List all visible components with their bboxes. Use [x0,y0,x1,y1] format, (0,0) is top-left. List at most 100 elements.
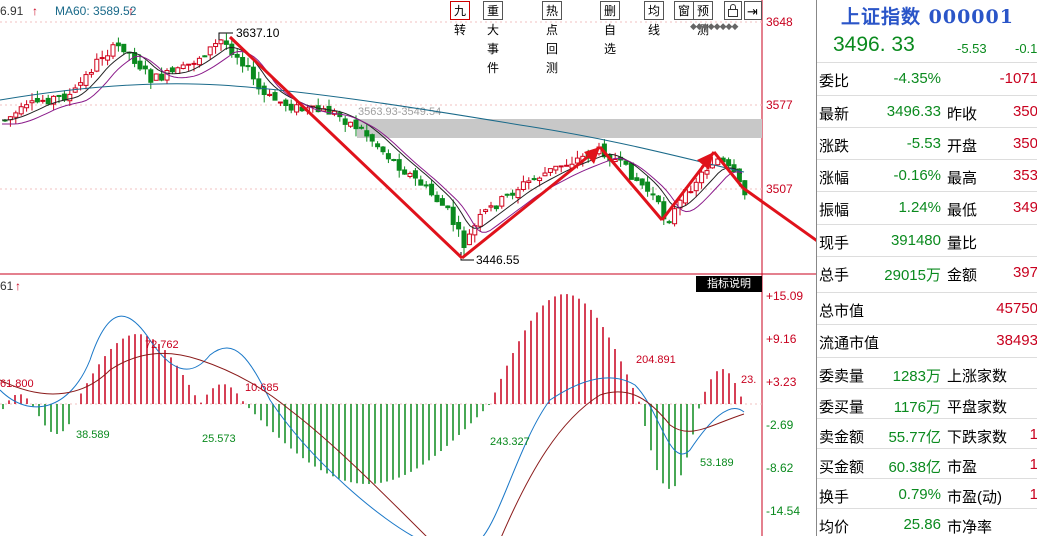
quote-value: 55.77亿 [888,429,941,446]
macd-value-label: 243.327 [490,436,530,448]
candle-body [169,67,175,73]
hotspot-backtest-button[interactable]: 热点回测 [542,1,563,75]
candle-body [412,170,418,179]
ma-left-value: 6.91 [0,4,24,18]
ma-lines-button[interactable]: 均线 [644,1,665,37]
indicator-help-badge[interactable]: 指标说明 [696,276,762,292]
quote-value: 45750 [996,300,1037,317]
candle-body [213,43,219,48]
exit-icon: ⇥ [747,4,758,19]
major-events-button[interactable]: 重大事件 [483,1,504,75]
lock-button[interactable] [724,1,742,20]
candle-body [693,181,699,192]
macd-value-label: 204.891 [636,354,676,366]
candle-body [272,92,278,101]
quote-label: 总市值 [819,303,865,320]
quote-value: 25.86 [903,516,941,533]
remove-watchlist-button[interactable]: 删自选 [600,1,621,56]
candle-body [672,208,678,225]
candle-body [445,205,451,209]
candle-body [240,56,246,67]
candle-body [148,69,154,83]
candle-body [628,162,634,180]
candle-body [175,67,181,74]
quote-label: 买金额 [819,459,865,476]
candle-body [385,153,391,160]
forecast-button[interactable]: 预测 [693,1,714,37]
macd-value-label: 38.589 [76,429,110,441]
candle-body [348,121,354,127]
ma-legend-left: 6.91 [0,4,24,18]
quote-label: 委卖量 [819,368,865,385]
candle-body [650,193,656,196]
candle-body [223,40,229,45]
quote-row: 买金额 60.38亿市盈 1 [817,448,1037,482]
quote-value: 397 [1012,264,1037,281]
quote-row: 委卖量 1283万 上涨家数 [817,357,1037,391]
quote-value: 1.24% [898,199,941,216]
price-zone [357,119,762,138]
candle-body [439,198,445,206]
candle-body [407,172,413,177]
candle-body [526,180,532,184]
candle-body [558,165,564,168]
candle-body [466,233,472,246]
quote-label: 涨幅 [819,170,850,187]
candle-body [115,42,121,47]
quote-label: 委买量 [819,399,865,416]
quote-value: 353 [1012,167,1037,184]
price-change-pct: -0.1 [1015,41,1037,56]
candle-body [83,74,89,86]
macd-axis-label: +9.16 [766,332,797,346]
quote-value: 350 [1012,103,1037,120]
candle-body [88,72,94,75]
quote-value: 391480 [890,232,941,249]
quote-value: -5.53 [906,135,941,152]
candle-body [645,181,651,192]
candle-body [504,193,510,196]
indicator-arrow-icon: ↑ [15,279,21,293]
quote-label: 平盘家数 [947,399,1008,416]
quote-label: 上涨家数 [947,368,1008,385]
quote-panel: 上证指数 000001 3496. 33 -5.53 -0.1 委比 -4.35%… [816,0,1037,536]
chart-area: 3563.93-3549.54 3637.10 3446.55 3648 357… [0,0,816,536]
candle-body [250,66,256,80]
macd-value-label: 25.573 [202,433,236,445]
candle-body [13,112,19,118]
macd-axis-label: +15.09 [766,289,803,303]
candle-body [207,46,213,56]
ma60-arrow-icon: ↑ [128,4,134,18]
candle-body [105,55,111,61]
quote-label: 市净率 [947,519,993,536]
quote-row: 均价 25.86 市净率 [817,508,1037,536]
quote-value: 1 [1030,456,1037,473]
quote-row: 总手 29015万 金额 397 [817,256,1037,290]
candle-body [99,57,105,60]
macd-value-label: 10.685 [245,382,279,394]
quote-value: 1283万 [892,368,941,385]
zone-label: 3563.93-3549.54 [358,106,441,118]
candle-body [142,65,148,70]
quote-value: 1 [1030,426,1037,443]
candle-body [153,73,159,81]
candle-body [547,168,553,173]
candle-body [423,184,429,187]
quote-label: 换手 [819,489,850,506]
exit-button[interactable]: ⇥ [744,1,762,20]
jiuzhuan-button[interactable]: 九转 [450,1,471,37]
candle-body [515,189,521,199]
quote-value: -1071 [999,70,1037,87]
candle-body [450,206,456,225]
candle-body [294,104,300,113]
quote-label: 振幅 [819,202,850,219]
window-button[interactable]: 窗 [674,1,695,20]
quote-label: 下跌家数 [947,429,1008,446]
candle-body [623,160,629,165]
quote-row: 流通市值 38493 [817,324,1037,358]
quote-row: 现手 391480 量比 [817,224,1037,258]
candle-body [56,94,62,97]
quote-row: 涨幅 -0.16% 最高 353 [817,159,1037,193]
candle-body [396,159,402,171]
candle-body [402,169,408,175]
candle-body [726,159,732,167]
